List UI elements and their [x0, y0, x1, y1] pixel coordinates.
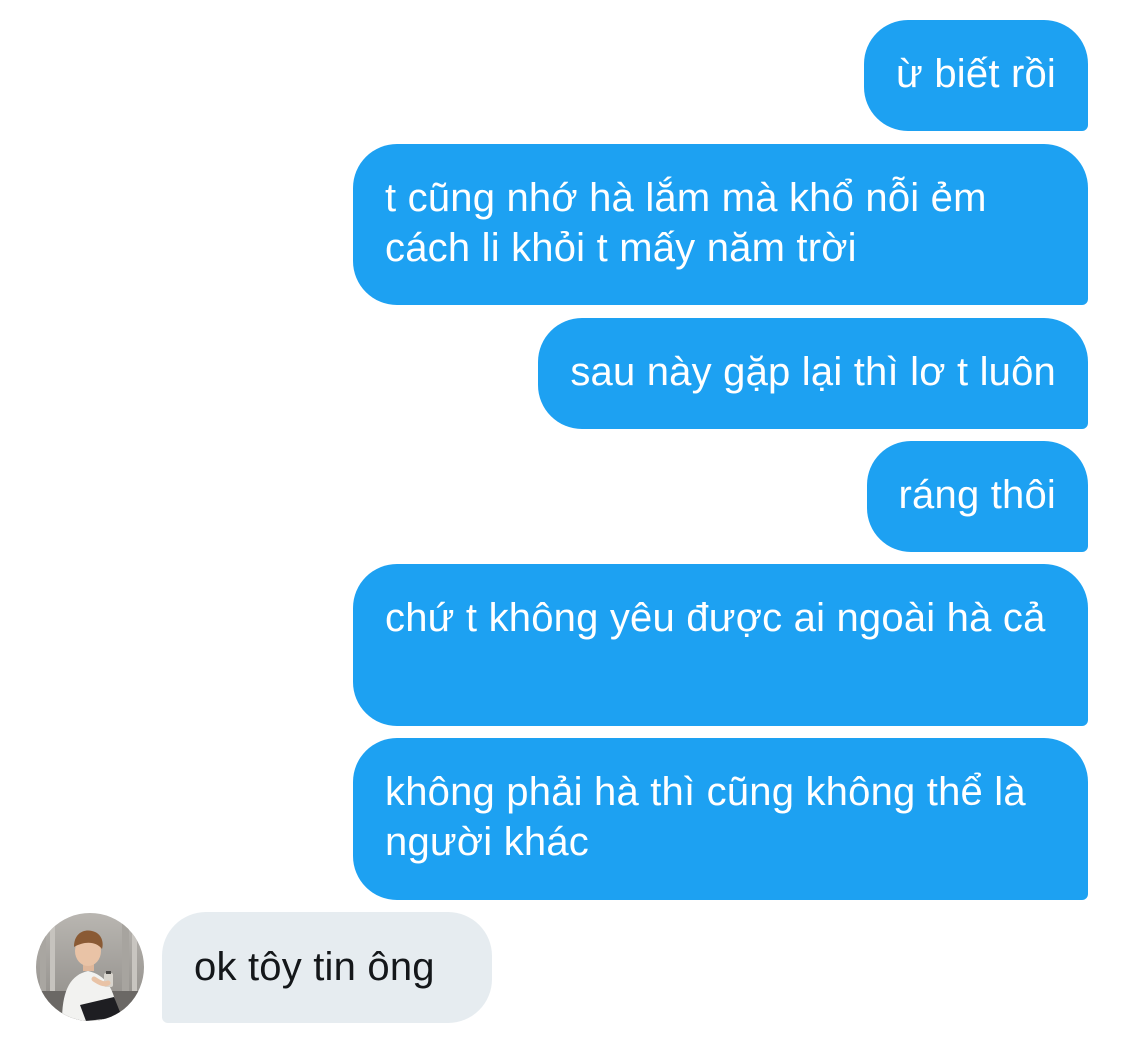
message-text: ok tôy tin ông — [194, 945, 435, 989]
message-bubble-sent[interactable]: ừ biết rồi — [864, 20, 1088, 131]
message-bubble-received[interactable]: ok tôy tin ông — [162, 912, 492, 1023]
message-text: ừ biết rồi — [896, 52, 1056, 96]
message-bubble-sent[interactable]: không phải hà thì cũng không thể là ngườ… — [353, 738, 1088, 900]
message-text: t cũng nhớ hà lắm mà khổ nỗi ẻm cách li … — [385, 176, 987, 270]
message-text: ráng thôi — [898, 473, 1056, 517]
message-text: không phải hà thì cũng không thể là ngườ… — [385, 770, 1026, 864]
message-bubble-sent[interactable]: chứ t không yêu được ai ngoài hà cả — [353, 564, 1088, 726]
message-bubble-sent[interactable]: ráng thôi — [866, 441, 1088, 552]
message-bubble-sent[interactable]: sau này gặp lại thì lơ t luôn — [538, 318, 1088, 429]
message-bubble-sent[interactable]: t cũng nhớ hà lắm mà khổ nỗi ẻm cách li … — [353, 144, 1088, 305]
avatar-icon — [36, 913, 144, 1021]
user-avatar[interactable] — [36, 913, 144, 1021]
message-text: chứ t không yêu được ai ngoài hà cả — [385, 596, 1046, 640]
message-text: sau này gặp lại thì lơ t luôn — [570, 350, 1056, 394]
